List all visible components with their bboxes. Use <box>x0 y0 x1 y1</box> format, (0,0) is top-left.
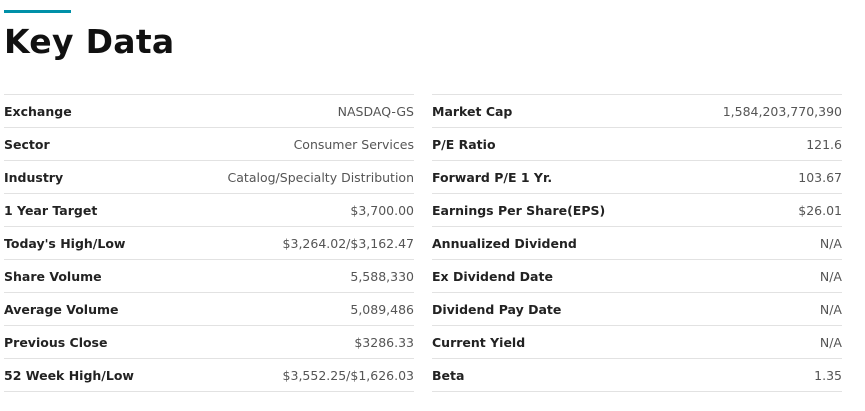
table-row-exchange: Exchange NASDAQ-GS <box>4 95 414 128</box>
row-value: N/A <box>819 301 842 317</box>
row-label: Beta <box>432 367 465 383</box>
row-label: Current Yield <box>432 334 526 350</box>
row-value: $3286.33 <box>354 334 414 350</box>
row-value: 5,089,486 <box>350 301 414 317</box>
title-accent-bar <box>4 10 71 13</box>
row-label: Market Cap <box>432 103 513 119</box>
row-label: Earnings Per Share(EPS) <box>432 202 606 218</box>
table-row-share-volume: Share Volume 5,588,330 <box>4 260 414 293</box>
row-value: Consumer Services <box>293 136 414 152</box>
key-data-table-left: Exchange NASDAQ-GS Sector Consumer Servi… <box>4 94 414 392</box>
row-label: 52 Week High/Low <box>4 367 134 383</box>
table-row-market-cap: Market Cap 1,584,203,770,390 <box>432 95 842 128</box>
row-label: Forward P/E 1 Yr. <box>432 169 553 185</box>
row-label: Average Volume <box>4 301 119 317</box>
row-label: Previous Close <box>4 334 108 350</box>
row-value: 5,588,330 <box>350 268 414 284</box>
row-value: $26.01 <box>798 202 842 218</box>
table-row-current-yield: Current Yield N/A <box>432 326 842 359</box>
row-value: N/A <box>819 268 842 284</box>
table-row-pe-ratio: P/E Ratio 121.6 <box>432 128 842 161</box>
table-row-previous-close: Previous Close $3286.33 <box>4 326 414 359</box>
row-label: 1 Year Target <box>4 202 98 218</box>
row-value: 121.6 <box>806 136 842 152</box>
table-row-1-year-target: 1 Year Target $3,700.00 <box>4 194 414 227</box>
row-label: Dividend Pay Date <box>432 301 562 317</box>
row-label: Exchange <box>4 103 72 119</box>
page-title: Key Data <box>4 22 175 61</box>
row-value: $3,552.25/$1,626.03 <box>282 367 414 383</box>
table-row-eps: Earnings Per Share(EPS) $26.01 <box>432 194 842 227</box>
table-row-52-week-high-low: 52 Week High/Low $3,552.25/$1,626.03 <box>4 359 414 392</box>
table-row-dividend-pay-date: Dividend Pay Date N/A <box>432 293 842 326</box>
table-row-beta: Beta 1.35 <box>432 359 842 392</box>
row-value: Catalog/Specialty Distribution <box>227 169 414 185</box>
table-row-todays-high-low: Today's High/Low $3,264.02/$3,162.47 <box>4 227 414 260</box>
table-row-forward-pe: Forward P/E 1 Yr. 103.67 <box>432 161 842 194</box>
table-row-annualized-dividend: Annualized Dividend N/A <box>432 227 842 260</box>
table-row-ex-dividend-date: Ex Dividend Date N/A <box>432 260 842 293</box>
table-row-average-volume: Average Volume 5,089,486 <box>4 293 414 326</box>
row-label: P/E Ratio <box>432 136 496 152</box>
row-label: Industry <box>4 169 64 185</box>
table-row-industry: Industry Catalog/Specialty Distribution <box>4 161 414 194</box>
row-label: Sector <box>4 136 50 152</box>
key-data-table-right: Market Cap 1,584,203,770,390 P/E Ratio 1… <box>432 94 842 392</box>
row-value: $3,264.02/$3,162.47 <box>282 235 414 251</box>
table-row-sector: Sector Consumer Services <box>4 128 414 161</box>
row-value: 1,584,203,770,390 <box>722 103 842 119</box>
row-value: 1.35 <box>814 367 842 383</box>
row-label: Annualized Dividend <box>432 235 577 251</box>
row-label: Ex Dividend Date <box>432 268 553 284</box>
row-value: N/A <box>819 235 842 251</box>
row-value: 103.67 <box>798 169 842 185</box>
row-label: Today's High/Low <box>4 235 126 251</box>
row-value: NASDAQ-GS <box>337 103 414 119</box>
row-value: N/A <box>819 334 842 350</box>
row-label: Share Volume <box>4 268 102 284</box>
row-value: $3,700.00 <box>350 202 414 218</box>
